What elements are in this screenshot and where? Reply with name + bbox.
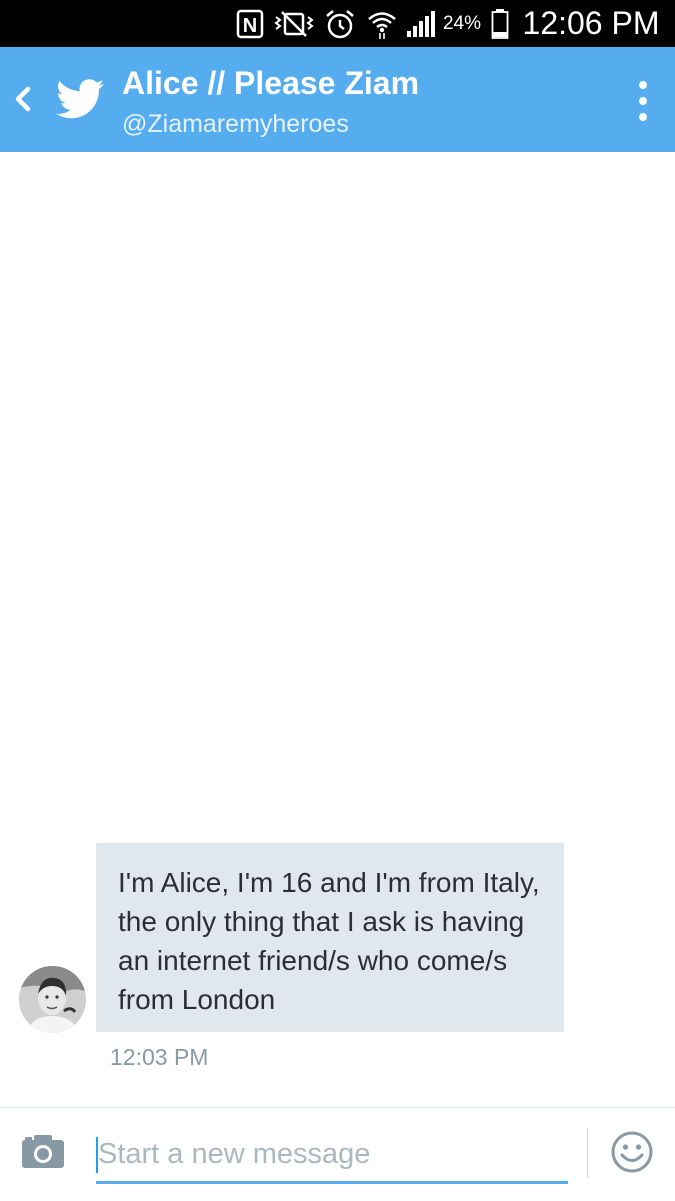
emoji-icon	[611, 1131, 653, 1173]
message-timestamp: 12:03 PM	[110, 1044, 209, 1070]
emoji-button[interactable]	[610, 1130, 654, 1174]
message-bubble[interactable]: I'm Alice, I'm 16 and I'm from Italy, th…	[96, 843, 564, 1032]
wifi-icon	[364, 0, 400, 47]
chevron-left-icon	[15, 86, 31, 112]
text-cursor	[96, 1137, 98, 1173]
signal-icon	[404, 0, 440, 47]
alarm-icon	[322, 0, 358, 47]
input-underline	[96, 1181, 568, 1184]
conversation-title: Alice // Please Ziam	[122, 65, 420, 101]
camera-button[interactable]	[20, 1132, 66, 1170]
camera-icon	[22, 1135, 64, 1168]
battery-percent: 24%	[442, 12, 482, 34]
conversation-handle: @Ziamaremyheroes	[122, 110, 349, 138]
message-text: I'm Alice, I'm 16 and I'm from Italy, th…	[118, 867, 540, 1015]
status-bar: N 24% 12:06 PM	[0, 0, 675, 47]
status-icons: N 24% 12:06 PM	[0, 0, 675, 47]
twitter-bird-icon	[56, 79, 104, 119]
message-input-wrapper	[96, 1128, 568, 1184]
svg-text:N: N	[243, 15, 257, 37]
clock: 12:06 PM	[522, 5, 660, 41]
composer-divider	[587, 1128, 588, 1178]
conversation-header: Alice // Please Ziam @Ziamaremyheroes	[0, 47, 675, 152]
profile-photo	[19, 966, 86, 1033]
battery-icon	[488, 0, 512, 47]
more-options-button[interactable]	[628, 77, 658, 125]
back-button[interactable]	[8, 79, 38, 119]
vibrate-icon	[270, 0, 320, 47]
avatar[interactable]	[19, 966, 86, 1033]
message-composer	[0, 1107, 675, 1201]
message-input[interactable]	[96, 1128, 568, 1180]
nfc-icon: N	[234, 0, 266, 47]
more-vertical-icon	[639, 81, 647, 89]
